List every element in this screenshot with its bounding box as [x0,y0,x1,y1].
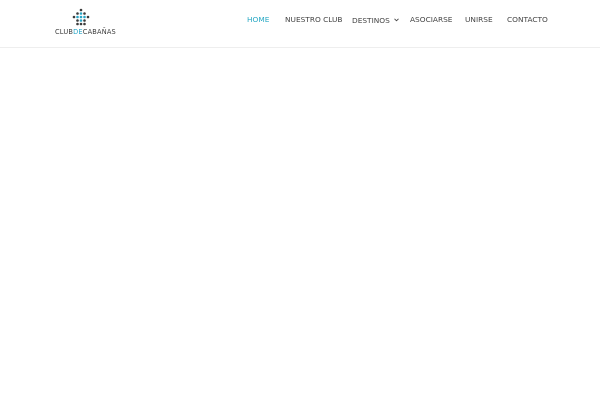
nav-item-nuestro-club[interactable]: NUESTRO CLUB [285,15,343,24]
nav-item-destinos-label: DESTINOS [352,16,390,25]
logo-wordmark: CLUBDECABAÑAS [55,28,116,36]
logo-text-de: DE [73,28,83,36]
nav-item-unirse[interactable]: UNIRSE [465,15,493,24]
logo-mark-icon [72,8,90,26]
chevron-down-icon [393,15,399,24]
site-header: CLUBDECABAÑAS HOME NUESTRO CLUB DESTINOS… [0,0,600,48]
nav-item-home[interactable]: HOME [247,15,269,24]
logo-text-cabanas: CABAÑAS [82,28,116,36]
nav-item-destinos[interactable]: DESTINOS [352,15,399,25]
site-logo[interactable]: CLUBDECABAÑAS [55,8,116,38]
nav-item-contacto[interactable]: CONTACTO [507,15,548,24]
main-content [0,48,600,400]
logo-text-club: CLUB [55,28,74,36]
nav-item-asociarse[interactable]: ASOCIARSE [410,15,452,24]
